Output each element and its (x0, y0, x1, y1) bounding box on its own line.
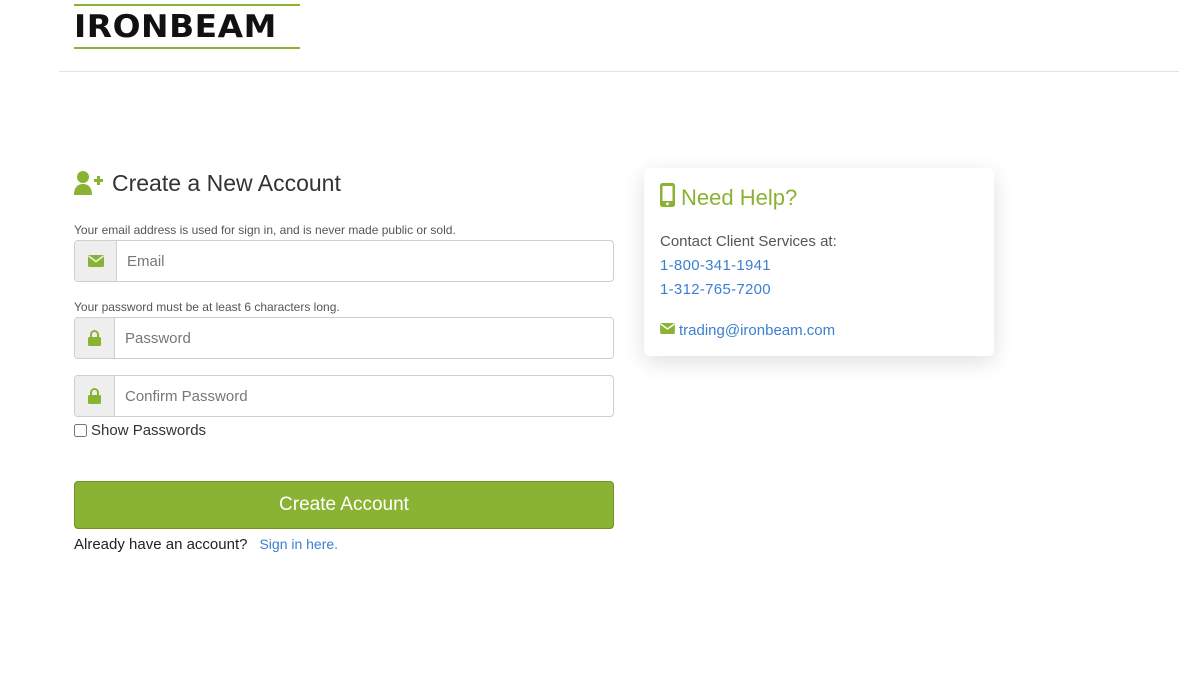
signin-link[interactable]: Sign in here. (259, 536, 338, 552)
help-title-text: Need Help? (681, 185, 798, 210)
password-input[interactable] (115, 318, 613, 358)
show-passwords-toggle[interactable]: Show Passwords (74, 420, 206, 440)
phone-link-2[interactable]: 1-312-765-7200 (660, 281, 771, 298)
logo-text: IRONBEAM (74, 8, 277, 45)
signin-row: Already have an account? Sign in here. (74, 534, 338, 554)
show-passwords-checkbox[interactable] (74, 423, 87, 437)
help-card: Need Help? Contact Client Services at: 1… (644, 168, 994, 356)
envelope-icon (75, 241, 117, 281)
email-input[interactable] (117, 241, 613, 281)
envelope-icon (660, 321, 675, 339)
show-passwords-label: Show Passwords (91, 421, 207, 439)
create-account-button[interactable]: Create Account (74, 481, 614, 529)
header-divider (59, 71, 1179, 72)
ironbeam-logo[interactable]: IRONBEAM (74, 4, 300, 49)
form-title-text: Create a New Account (112, 169, 341, 196)
email-hint: Your email address is used for sign in, … (74, 223, 456, 237)
user-plus-icon (74, 170, 104, 196)
site-header: IRONBEAM (0, 0, 1179, 72)
help-title: Need Help? (660, 183, 798, 213)
confirm-password-input-group[interactable] (74, 375, 614, 417)
lock-icon (75, 318, 115, 358)
password-input-group[interactable] (74, 317, 614, 359)
mobile-phone-icon (660, 183, 675, 213)
help-email-link[interactable]: trading@ironbeam.com (679, 322, 835, 339)
lock-icon (75, 376, 115, 416)
confirm-password-input[interactable] (115, 376, 613, 416)
signin-prompt: Already have an account? (74, 535, 248, 553)
email-input-group[interactable] (74, 240, 614, 282)
password-hint: Your password must be at least 6 charact… (74, 300, 340, 314)
form-title: Create a New Account (74, 168, 341, 198)
help-email-row: trading@ironbeam.com (660, 321, 835, 339)
phone-link-1[interactable]: 1-800-341-1941 (660, 257, 771, 274)
contact-label: Contact Client Services at: (660, 233, 837, 250)
